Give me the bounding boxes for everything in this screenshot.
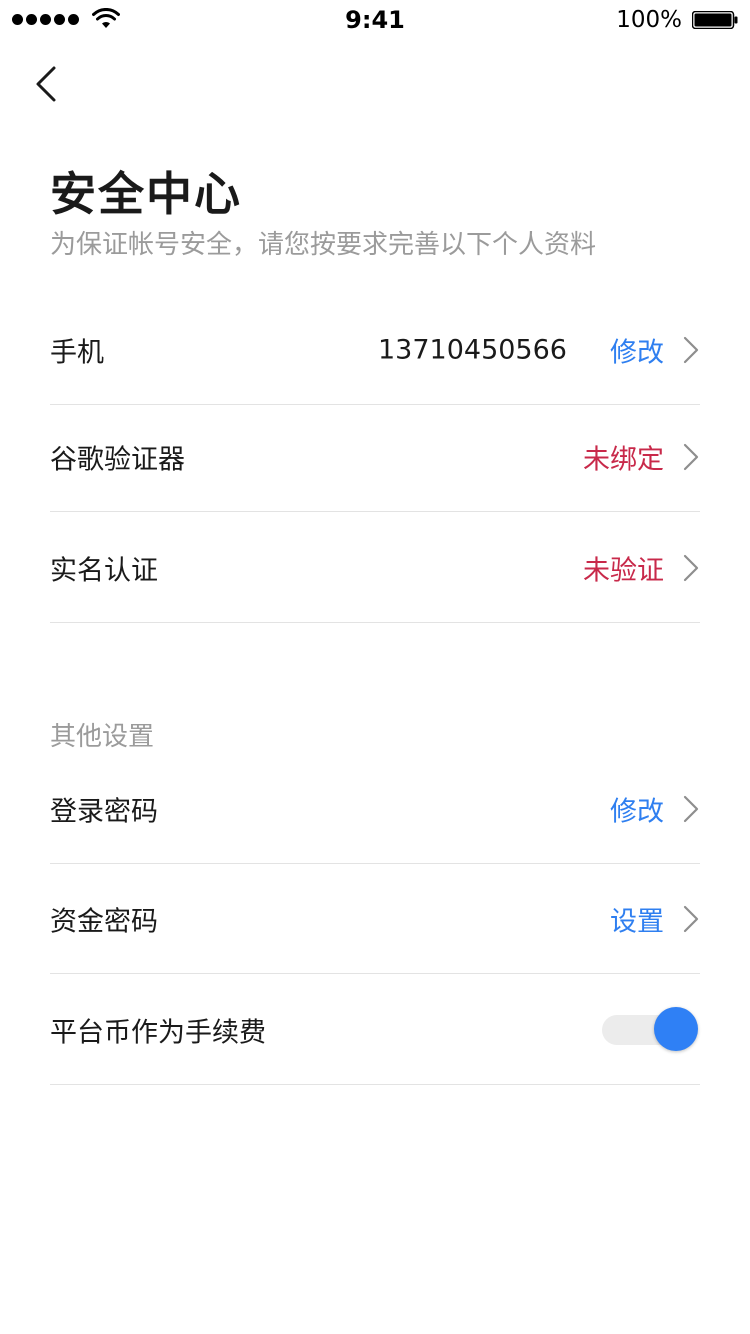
battery-icon <box>692 11 738 29</box>
login-password-modify-link[interactable]: 修改 <box>610 789 664 828</box>
real-name-verification-row[interactable]: 实名认证 未验证 <box>50 513 700 623</box>
toggle-knob[interactable] <box>654 1006 698 1051</box>
phone-row[interactable]: 手机 13710450566 修改 <box>50 295 700 405</box>
login-password-row[interactable]: 登录密码 修改 <box>50 754 700 864</box>
phone-number: 13710450566 <box>378 334 567 365</box>
platform-coin-fee-row: 平台币作为手续费 <box>50 975 700 1085</box>
real-name-verification-label: 实名认证 <box>50 555 158 586</box>
google-authenticator-row[interactable]: 谷歌验证器 未绑定 <box>50 402 700 512</box>
fund-password-row[interactable]: 资金密码 设置 <box>50 864 700 974</box>
page-subtitle: 为保证帐号安全，请您按要求完善以下个人资料 <box>50 230 597 260</box>
phone-label: 手机 <box>50 337 104 368</box>
platform-coin-fee-label: 平台币作为手续费 <box>50 1017 266 1048</box>
other-settings-section-title: 其他设置 <box>50 722 155 752</box>
fund-password-label: 资金密码 <box>50 906 158 937</box>
back-chevron-left-icon[interactable] <box>28 62 64 106</box>
google-authenticator-label: 谷歌验证器 <box>50 444 185 475</box>
phone-modify-link[interactable]: 修改 <box>610 330 664 369</box>
chevron-right-icon <box>683 795 699 822</box>
battery-percentage: 100% <box>616 7 682 33</box>
chevron-right-icon <box>683 443 699 470</box>
platform-coin-fee-toggle[interactable] <box>600 1006 700 1053</box>
chevron-right-icon <box>683 905 699 932</box>
chevron-right-icon <box>683 336 699 363</box>
login-password-label: 登录密码 <box>50 796 158 827</box>
real-name-verification-status[interactable]: 未验证 <box>583 548 664 587</box>
google-authenticator-status[interactable]: 未绑定 <box>583 437 664 476</box>
chevron-right-icon <box>683 554 699 581</box>
page-title: 安全中心 <box>50 167 242 221</box>
status-bar: 9:41 100% <box>0 0 750 40</box>
fund-password-set-link[interactable]: 设置 <box>610 899 664 938</box>
